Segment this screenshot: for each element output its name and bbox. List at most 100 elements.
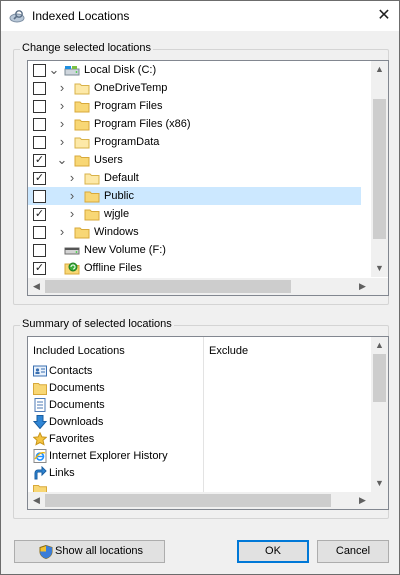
tree-row-program-files-x86[interactable]: › Program Files (x86) [28,115,361,133]
folder-icon [84,207,100,221]
exclude-header[interactable]: Exclude [209,345,248,357]
chevron-right-icon[interactable]: › [66,170,78,186]
scroll-corner [371,278,388,295]
included-item-label: Favorites [49,433,95,445]
summary-label: Summary of selected locations [20,318,174,330]
included-item-label: Documents [49,382,105,394]
change-locations-group: Change selected locations ⌄ Local Disk (… [13,42,389,305]
folder-icon [33,381,47,395]
show-all-locations-button[interactable]: Show all locations [14,540,165,563]
scroll-up-icon[interactable]: ▲ [371,61,388,78]
indexed-locations-dialog: Indexed Locations ✕ Change selected loca… [0,0,400,575]
folder-icon [74,135,90,149]
links-icon [33,465,47,480]
tree-row-label: OneDriveTemp [94,82,168,94]
chevron-right-icon[interactable]: › [66,188,78,204]
favorites-icon [32,431,48,446]
folder-icon [84,171,100,185]
tree-vertical-scrollbar[interactable]: ▲ ▼ [371,61,388,277]
checkbox[interactable] [33,64,46,77]
tree-row-program-files[interactable]: › Program Files [28,97,361,115]
ok-button[interactable]: OK [237,540,309,563]
tree-row-onedrivetemp[interactable]: › OneDriveTemp [28,79,361,97]
tree-row-label: Users [94,154,123,166]
tree-row-offline-files[interactable]: ✓ Offline Files [28,259,361,277]
scroll-left-icon[interactable]: ◀ [28,278,45,295]
folder-icon [74,153,90,167]
scroll-thumb[interactable] [45,494,331,507]
internet-explorer-icon [33,449,47,463]
tree-row-label: wjgle [104,208,130,220]
chevron-right-icon[interactable]: › [56,80,68,96]
checkbox-checked[interactable]: ✓ [33,208,46,221]
folder-icon [74,117,90,131]
tree-row-programdata[interactable]: › ProgramData [28,133,361,151]
tree-horizontal-scrollbar[interactable]: ◀ ▶ [28,278,371,295]
tree-row-label: Program Files (x86) [94,118,191,130]
scroll-corner [371,492,388,509]
tree-row-windows[interactable]: › Windows [28,223,361,241]
tree-row-label: Default [104,172,139,184]
scroll-left-icon[interactable]: ◀ [28,492,45,509]
folder-icon [74,99,90,113]
scroll-thumb[interactable] [373,99,386,239]
tree-rows: ⌄ Local Disk (C:) › OneDriveTemp › Progr… [28,61,361,277]
tree-row-new-volume-f[interactable]: New Volume (F:) [28,241,361,259]
chevron-down-icon[interactable]: ⌄ [56,152,68,168]
folder-icon [74,81,90,95]
checkbox[interactable] [33,136,46,149]
summary-list[interactable]: Included Locations Exclude Contacts Docu… [27,336,389,510]
summary-vertical-scrollbar[interactable]: ▲ ▼ [371,337,388,492]
tree-row-local-disk-c[interactable]: ⌄ Local Disk (C:) [28,61,361,79]
chevron-right-icon[interactable]: › [66,206,78,222]
tree-row-label: Offline Files [84,262,142,274]
show-all-locations-label: Show all locations [55,545,144,557]
offline-files-icon [64,261,80,275]
cancel-button[interactable]: Cancel [317,540,389,563]
tree-row-wjgle[interactable]: ✓ › wjgle [28,205,361,223]
tree-row-label: Program Files [94,100,163,112]
checkbox-checked[interactable]: ✓ [33,172,46,185]
scroll-down-icon[interactable]: ▼ [371,260,388,277]
drive-icon [64,63,80,77]
included-locations-header[interactable]: Included Locations [33,345,125,357]
checkbox[interactable] [33,100,46,113]
indexing-options-icon [9,9,25,23]
checkbox[interactable] [33,190,46,203]
checkbox[interactable] [33,118,46,131]
tree-row-label: Public [104,190,134,202]
close-button[interactable]: ✕ [369,1,399,31]
included-item-label: Internet Explorer History [49,450,168,462]
tree-row-default[interactable]: ✓ › Default [28,169,361,187]
tree-row-public[interactable]: › Public [28,187,361,205]
folder-icon [84,189,100,203]
title-bar: Indexed Locations ✕ [1,1,399,31]
drive-icon [64,243,80,257]
chevron-down-icon[interactable]: ⌄ [48,62,60,78]
downloads-icon [32,415,48,430]
summary-horizontal-scrollbar[interactable]: ◀ ▶ [28,492,371,509]
change-locations-label: Change selected locations [20,42,154,54]
contacts-icon [33,364,47,378]
included-item-label: Downloads [49,416,104,428]
checkbox-checked[interactable]: ✓ [33,262,46,275]
tree-row-label: Local Disk (C:) [84,64,157,76]
scroll-down-icon[interactable]: ▼ [371,475,388,492]
chevron-right-icon[interactable]: › [56,98,68,114]
scroll-up-icon[interactable]: ▲ [371,337,388,354]
checkbox-checked[interactable]: ✓ [33,154,46,167]
scroll-right-icon[interactable]: ▶ [354,492,371,509]
chevron-right-icon[interactable]: › [56,116,68,132]
scroll-thumb[interactable] [45,280,291,293]
window-title: Indexed Locations [32,9,130,23]
checkbox[interactable] [33,244,46,257]
column-divider [203,337,204,492]
tree-row-users[interactable]: ✓ ⌄ Users [28,151,361,169]
scroll-thumb[interactable] [373,354,386,402]
scroll-right-icon[interactable]: ▶ [354,278,371,295]
checkbox[interactable] [33,226,46,239]
chevron-right-icon[interactable]: › [56,134,68,150]
chevron-right-icon[interactable]: › [56,224,68,240]
checkbox[interactable] [33,82,46,95]
locations-tree[interactable]: ⌄ Local Disk (C:) › OneDriveTemp › Progr… [27,60,389,296]
